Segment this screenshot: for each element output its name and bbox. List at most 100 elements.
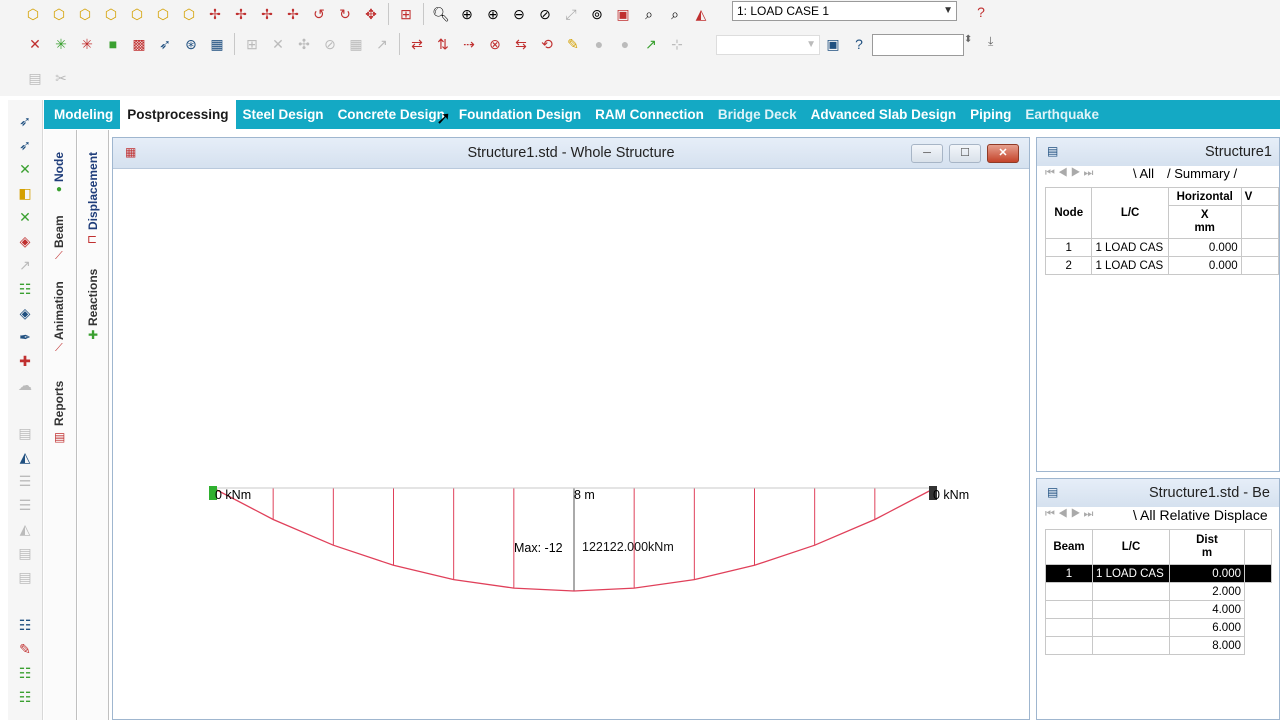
spin-left-icon[interactable]: ↺: [308, 3, 330, 25]
download-icon[interactable]: ⤓: [988, 34, 993, 49]
table-row-selected[interactable]: 1 1 LOAD CAS 0.000: [1045, 564, 1272, 583]
property-tool-icon[interactable]: ☷: [16, 616, 34, 634]
side-tab-displacement[interactable]: Displacement: [86, 152, 100, 230]
tab-foundation-design[interactable]: Foundation Design: [452, 100, 588, 129]
design-icon[interactable]: ✎: [562, 33, 584, 55]
grid-icon[interactable]: ▦: [206, 33, 228, 55]
help-icon[interactable]: ?: [970, 1, 992, 23]
help-box-icon[interactable]: ?: [848, 33, 870, 55]
tab-bridge-deck[interactable]: Bridge Deck: [711, 100, 804, 129]
moment-icon[interactable]: ⟲: [536, 33, 558, 55]
nav-arrows-icon[interactable]: ⏮◀▶⏭: [1045, 167, 1096, 180]
rotate-left-icon[interactable]: ✢: [256, 3, 278, 25]
pen-tool-icon[interactable]: ✒: [16, 328, 34, 346]
bending-moment-diagram[interactable]: 0 kNm 0 kNm 8 m Max: -12 122122.000kNm: [113, 168, 1029, 720]
release-tool-icon[interactable]: ☷: [16, 688, 34, 706]
load-tool-icon[interactable]: ◭: [16, 448, 34, 466]
zoom-previous-icon[interactable]: ⊘: [534, 3, 556, 25]
member-forces-icon[interactable]: ⇄: [406, 33, 428, 55]
circle-grid-icon[interactable]: ⊛: [180, 33, 202, 55]
rotate-right-icon[interactable]: ✢: [282, 3, 304, 25]
side-tab-animation[interactable]: Animation: [52, 281, 66, 340]
cell-lc: [1092, 600, 1170, 619]
cube-view-icon[interactable]: ⬡: [22, 3, 44, 25]
table-row[interactable]: 4.000: [1045, 600, 1272, 619]
tab-ram-connection[interactable]: RAM Connection: [588, 100, 711, 129]
tab-advanced-slab-design[interactable]: Advanced Slab Design: [804, 100, 964, 129]
display-window-icon[interactable]: ▣: [612, 3, 634, 25]
tab-all-relative[interactable]: \ All Relative Displace: [1133, 507, 1268, 523]
tab-concrete-design[interactable]: Concrete Design: [331, 100, 452, 129]
tab-summary[interactable]: / Summary /: [1167, 166, 1237, 181]
plate-tool-icon[interactable]: ✳: [76, 33, 98, 55]
zoom-in-icon[interactable]: ⊕: [482, 3, 504, 25]
cube-right-icon[interactable]: ⬡: [126, 3, 148, 25]
add-tool-icon[interactable]: ✚: [16, 352, 34, 370]
stress-icon[interactable]: ⊗: [484, 33, 506, 55]
table-row[interactable]: 8.000: [1045, 636, 1272, 655]
pan-icon[interactable]: ✥: [360, 3, 382, 25]
maximize-button[interactable]: ☐: [949, 144, 981, 163]
cube-bottom-icon[interactable]: ⬡: [178, 3, 200, 25]
spin-right-icon[interactable]: ↻: [334, 3, 356, 25]
plate-cursor-icon[interactable]: ◧: [16, 184, 34, 202]
cube-left-icon[interactable]: ⬡: [100, 3, 122, 25]
rotate-up-icon[interactable]: ✢: [204, 3, 226, 25]
table-icon: ▤: [1047, 144, 1059, 158]
beam-tab-icon: ⟋: [55, 250, 63, 262]
zoom-dynamic-icon[interactable]: ⤢: [560, 3, 582, 25]
arrow-tool-icon[interactable]: ↗: [640, 33, 662, 55]
find-icon[interactable]: ⌕: [664, 3, 686, 25]
load-case-select[interactable]: 1: LOAD CASE 1 ▼: [732, 1, 957, 21]
rotate-down-icon[interactable]: ✢: [230, 3, 252, 25]
reactions-icon[interactable]: ⇅: [432, 33, 454, 55]
node-tool-icon[interactable]: ✳: [50, 33, 72, 55]
spin-arrows-icon[interactable]: ⬍: [964, 34, 972, 45]
tab-modeling[interactable]: Modeling: [47, 100, 120, 129]
solid-cursor-icon[interactable]: ✕: [16, 208, 34, 226]
side-tab-reactions[interactable]: Reactions: [86, 269, 100, 326]
zoom-window-icon[interactable]: ⊕: [456, 3, 478, 25]
table-row[interactable]: 2.000: [1045, 582, 1272, 601]
displacement-tab-icon: ⊏: [87, 232, 98, 246]
table-row[interactable]: 2 1 LOAD CAS 0.000: [1044, 256, 1279, 275]
structure-view-icon[interactable]: ▣: [822, 33, 844, 55]
zoom-all-icon[interactable]: ⊚: [586, 3, 608, 25]
tab-earthquake[interactable]: Earthquake: [1018, 100, 1106, 129]
cube-top-icon[interactable]: ⬡: [152, 3, 174, 25]
beam-tool-icon[interactable]: ✕: [24, 33, 46, 55]
nav-arrows-icon[interactable]: ⏮◀▶⏭: [1045, 508, 1096, 521]
tab-postprocessing[interactable]: Postprocessing: [120, 100, 236, 129]
side-tab-beam[interactable]: Beam: [52, 215, 66, 248]
beam-cursor-icon[interactable]: ✕: [16, 160, 34, 178]
table-row[interactable]: 6.000: [1045, 618, 1272, 637]
shear-icon[interactable]: ⇆: [510, 33, 532, 55]
edit-tool-icon[interactable]: ✎: [16, 640, 34, 658]
tab-all[interactable]: \ All: [1133, 166, 1154, 181]
grid-tool-icon[interactable]: ☷: [16, 280, 34, 298]
magnify-icon[interactable]: ⌕: [638, 3, 660, 25]
select-window-icon[interactable]: ⊞: [395, 3, 417, 25]
support-tool-icon[interactable]: ☷: [16, 664, 34, 682]
tab-piping[interactable]: Piping: [963, 100, 1018, 129]
cube-back-icon[interactable]: ⬡: [74, 3, 96, 25]
node-cursor-icon[interactable]: ➶: [16, 136, 34, 154]
close-button[interactable]: ✕: [987, 144, 1019, 163]
side-tab-node[interactable]: Node: [52, 152, 66, 182]
displacement-icon[interactable]: ⇢: [458, 33, 480, 55]
zoom-icon[interactable]: 🔍︎: [430, 3, 452, 25]
minimize-button[interactable]: ─: [911, 144, 943, 163]
rendering-icon[interactable]: ◭: [690, 3, 712, 25]
tab-steel-design[interactable]: Steel Design: [236, 100, 331, 129]
cursor-snap-icon[interactable]: ➶: [154, 33, 176, 55]
zoom-out-icon[interactable]: ⊖: [508, 3, 530, 25]
surface-cursor-icon[interactable]: ◈: [16, 232, 34, 250]
side-tab-reports[interactable]: Reports: [52, 381, 66, 426]
table-row[interactable]: 1 1 LOAD CAS 0.000: [1044, 238, 1279, 257]
value-input[interactable]: [872, 34, 964, 56]
cube-front-icon[interactable]: ⬡: [48, 3, 70, 25]
surface-tool-icon[interactable]: ▩: [128, 33, 150, 55]
geometry-tool-icon[interactable]: ◈: [16, 304, 34, 322]
select-cursor-icon[interactable]: ➶: [16, 112, 34, 130]
solid-tool-icon[interactable]: ■: [102, 33, 124, 55]
